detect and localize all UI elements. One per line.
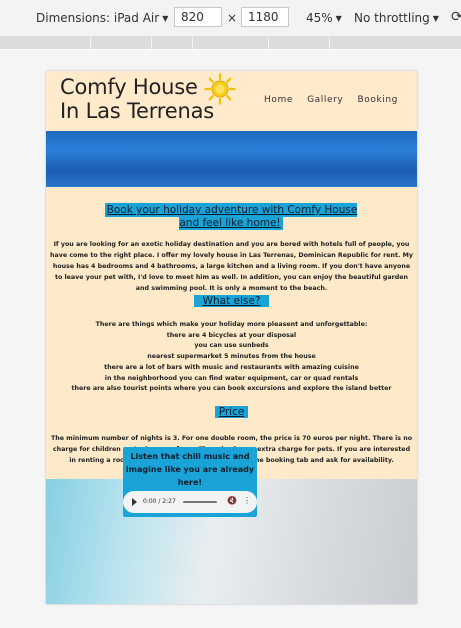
main-nav: Home Gallery Booking — [264, 94, 409, 105]
nav-home-link[interactable]: Home — [264, 95, 293, 105]
hero-image — [46, 131, 417, 187]
ruler-segment[interactable] — [91, 37, 152, 49]
nav-gallery-link[interactable]: Gallery — [307, 95, 343, 105]
media-query-ruler — [0, 37, 461, 49]
list-item: you can use sunbeds — [194, 342, 269, 350]
main-content: Book your holiday adventure with Comfy H… — [46, 187, 417, 479]
audio-time: 0:00 / 2:27 — [143, 498, 176, 505]
what-else-heading: What else? — [46, 295, 417, 308]
music-box: Listen that chill music and imagine like… — [123, 447, 257, 517]
audio-seek-bar[interactable] — [183, 501, 217, 503]
device-dimensions-dropdown[interactable]: Dimensions: iPad Air ▼ — [36, 11, 168, 25]
ruler-segment[interactable] — [0, 37, 91, 49]
price-heading: Price — [46, 406, 417, 419]
list-item: there are 4 bicycles at your disposal — [166, 331, 297, 339]
main-heading-text: Book your holiday adventure with Comfy H… — [104, 203, 358, 230]
chevron-down-icon: ▼ — [432, 14, 439, 23]
dimension-separator: × — [227, 11, 238, 25]
music-text: Listen that chill music and imagine like… — [125, 452, 255, 487]
what-else-list: There are things which make your holiday… — [46, 320, 417, 395]
throttling-label: No throttling — [354, 11, 430, 25]
ruler-segment[interactable] — [152, 37, 193, 49]
brand-line-1: Comfy House — [60, 75, 198, 99]
what-else-heading-text: What else? — [193, 295, 270, 307]
zoom-dropdown[interactable]: 45% ▼ — [306, 11, 342, 25]
zoom-label: 45% — [306, 11, 333, 25]
site-brand[interactable]: Comfy House In Las Terrenas — [60, 75, 214, 123]
site-header: Comfy House In Las Terrenas Home Gallery… — [46, 71, 417, 131]
devtools-toolbar: Dimensions: iPad Air ▼ 820 × 1180 45% ▼ No… — [0, 0, 461, 37]
brand-line-2: In Las Terrenas — [60, 99, 215, 123]
rotate-icon[interactable]: ⟳ — [451, 9, 461, 25]
page-viewport: Comfy House In Las Terrenas Home Gallery… — [46, 71, 417, 604]
throttling-dropdown[interactable]: No throttling ▼ — [354, 11, 439, 25]
list-item: There are things which make your holiday… — [95, 321, 368, 328]
ruler-segment[interactable] — [193, 37, 269, 49]
device-dimensions-label: Dimensions: iPad Air — [36, 11, 160, 25]
main-heading: Book your holiday adventure with Comfy H… — [102, 203, 360, 230]
ruler-segment[interactable] — [330, 37, 461, 49]
audio-player[interactable]: 0:00 / 2:27 🔇 ⋮ — [123, 491, 257, 513]
play-icon[interactable] — [132, 498, 137, 506]
chevron-down-icon: ▼ — [335, 14, 342, 23]
list-item: nearest supermarket 5 minutes from the h… — [147, 353, 316, 361]
chevron-down-icon: ▼ — [162, 14, 169, 23]
list-item: there are a lot of bars with music and r… — [104, 363, 359, 371]
ruler-segment[interactable] — [269, 37, 330, 49]
intro-paragraph: If you are looking for an exotic holiday… — [50, 241, 413, 292]
sun-icon — [204, 73, 236, 105]
viewport-height-input[interactable]: 1180 — [241, 7, 289, 27]
list-item: in the neighborhood you can find water e… — [104, 374, 359, 382]
nav-booking-link[interactable]: Booking — [357, 95, 398, 105]
viewport-width-input[interactable]: 820 — [174, 7, 222, 27]
price-heading-text: Price — [214, 406, 249, 418]
more-options-icon[interactable]: ⋮ — [243, 496, 251, 505]
volume-mute-icon[interactable]: 🔇 — [227, 496, 237, 505]
list-item: there are also tourist points where you … — [71, 385, 392, 393]
